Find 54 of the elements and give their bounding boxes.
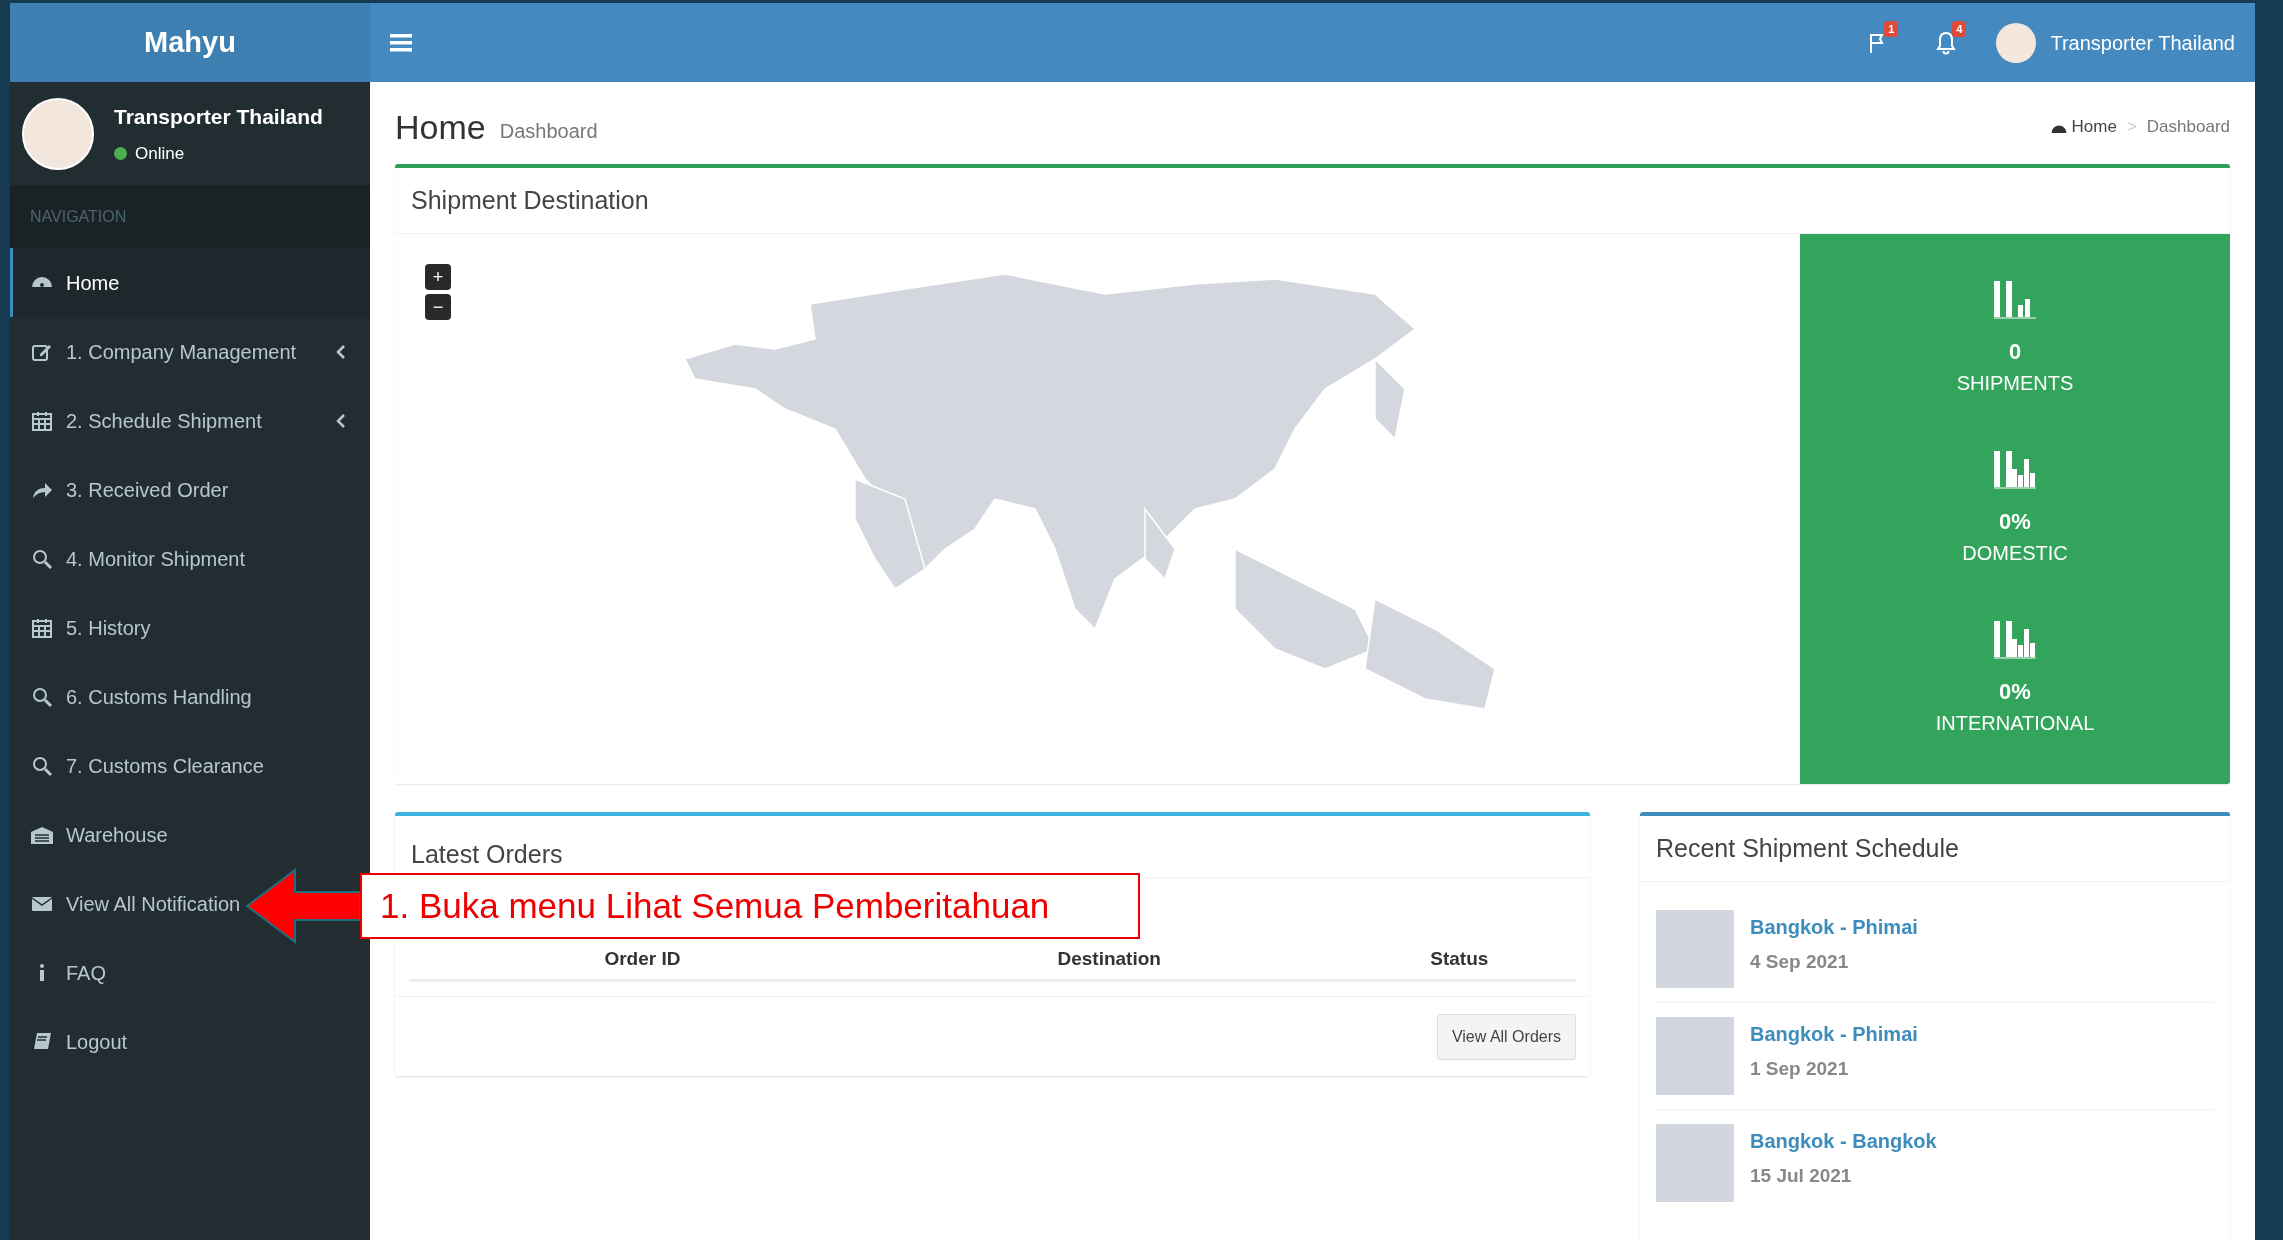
panel-title: Recent Shipment Schedule	[1656, 832, 1959, 864]
menu-item[interactable]: Logout	[10, 1007, 152, 1076]
menu-item[interactable]: 3. Received Order	[10, 455, 253, 524]
menu-item[interactable]: 5. History	[10, 593, 175, 662]
menu-item[interactable]: 4. Monitor Shipment	[10, 524, 269, 593]
bar-chart-icon	[1994, 620, 2036, 659]
route-link[interactable]: Bangkok - Phimai	[1750, 912, 1918, 942]
stat-value: 0%	[1999, 677, 2031, 706]
page-subtitle: Dashboard	[499, 119, 598, 144]
flag-button[interactable]: 1	[1858, 22, 1899, 63]
zoom-out-button[interactable]: −	[425, 294, 451, 320]
schedule-date: 4 Sep 2021	[1750, 950, 1850, 974]
menu-item[interactable]: 7. Customs Clearance	[10, 731, 288, 800]
avatar	[1996, 22, 2037, 63]
menu-item[interactable]: Home	[10, 248, 370, 317]
breadcrumb-current: Dashboard	[2146, 116, 2230, 139]
annotation-label: 1. Buka menu Lihat Semua Pemberitahuan	[360, 873, 1140, 939]
column-header: Destination	[1057, 947, 1161, 969]
user-menu[interactable]: Transporter Thailand	[1996, 22, 2235, 63]
bar-chart-icon	[1994, 280, 2036, 319]
stat-label: SHIPMENTS	[1956, 370, 2074, 396]
brand-logo[interactable]: Mahyu	[144, 20, 236, 65]
column-header: Status	[1430, 947, 1489, 969]
page-title: Home	[395, 106, 486, 148]
nav-header: NAVIGATION	[30, 206, 127, 227]
view-all-orders-button[interactable]: View All Orders	[1436, 1013, 1576, 1060]
menu-item[interactable]: 1. Company Management	[10, 317, 370, 386]
stat-label: DOMESTIC	[1962, 540, 2068, 566]
menu-item[interactable]: 6. Customs Handling	[10, 662, 276, 731]
menu-item[interactable]: 2. Schedule Shipment	[10, 386, 370, 455]
stat-value: 0%	[1999, 507, 2031, 536]
menu-item[interactable]: FAQ	[10, 938, 130, 1007]
zoom-in-button[interactable]: +	[425, 264, 451, 290]
menu-item[interactable]: View All Notification	[10, 869, 265, 938]
menu-item[interactable]: Warehouse	[10, 800, 192, 869]
breadcrumb-separator: >	[2126, 116, 2137, 139]
bell-button[interactable]: 4	[1926, 22, 1967, 63]
panel-title: Shipment Destination	[411, 184, 649, 216]
stat-label: INTERNATIONAL	[1935, 710, 2095, 736]
menu-icon[interactable]	[390, 33, 412, 52]
bar-chart-icon	[1994, 450, 2036, 489]
user-status: Online	[135, 142, 185, 165]
info-icon	[39, 964, 45, 981]
panel-title: Latest Orders	[411, 838, 563, 870]
schedule-date: 15 Jul 2021	[1750, 1164, 1853, 1188]
user-name: Transporter Thailand	[114, 104, 323, 130]
breadcrumb-link[interactable]: Home	[2049, 114, 2117, 140]
notification-badge: 4	[1952, 20, 1967, 37]
column-header: Order ID	[604, 947, 681, 969]
route-link[interactable]: Bangkok - Bangkok	[1750, 1126, 1937, 1156]
stat-value: 0	[2008, 337, 2022, 366]
route-link[interactable]: Bangkok - Phimai	[1750, 1019, 1918, 1049]
notification-badge: 1	[1884, 20, 1899, 37]
schedule-date: 1 Sep 2021	[1750, 1057, 1850, 1081]
